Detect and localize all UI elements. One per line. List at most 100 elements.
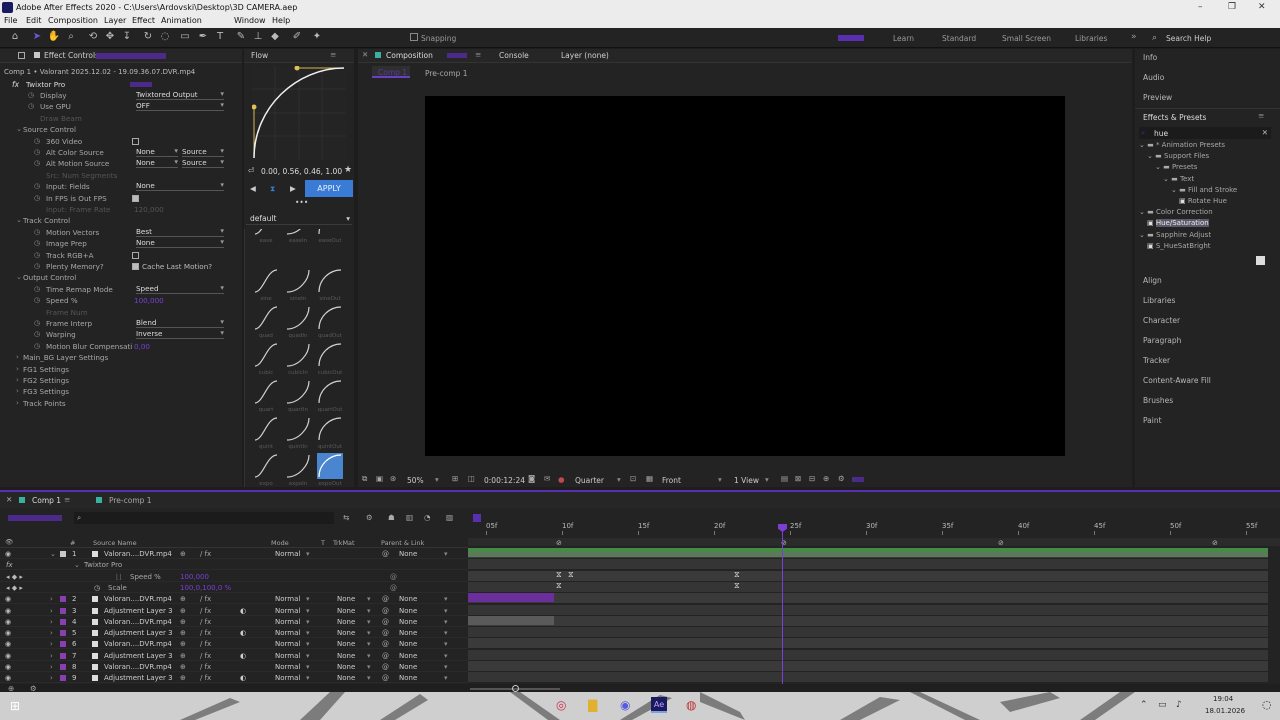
effect-param-row[interactable]: ◷ Image Prep None — [0, 237, 240, 249]
snapping-checkbox[interactable] — [410, 33, 418, 41]
layer-twirl-icon[interactable]: › — [50, 674, 53, 682]
flow-preset-thumbnail[interactable] — [285, 416, 311, 442]
shy-switch-icon[interactable]: ⊕ — [180, 629, 186, 637]
ease-out-arrow-icon[interactable]: ▶ — [290, 184, 296, 193]
time-ruler[interactable]: 05f 10f 15f 20f 25f 30f 35f 40f 45f 50f 55f — [468, 510, 1280, 538]
pan-camera-icon[interactable]: ✥ — [103, 31, 117, 42]
preset-dropdown[interactable]: default ▾ — [246, 211, 352, 225]
brush-tool-icon[interactable]: ✎ — [234, 31, 248, 42]
keyframe-navigator-icon[interactable]: ◂ ◆ ▸ — [6, 584, 23, 592]
zoom-tool-icon[interactable]: ⌕ — [64, 31, 78, 42]
paragraph-panel[interactable]: Paragraph — [1143, 336, 1181, 345]
effect-param-row[interactable]: ◷ Alt Motion Source None Source — [0, 157, 240, 169]
content-aware-fill-panel[interactable]: Content-Aware Fill — [1143, 376, 1211, 385]
dolly-camera-icon[interactable]: ↧ — [120, 31, 134, 42]
shy-switch-icon[interactable]: ⊕ — [180, 674, 186, 682]
clock-date[interactable]: 18.01.2026 — [1205, 707, 1245, 715]
source-name-header[interactable]: Source Name — [93, 539, 137, 547]
fx-icon[interactable]: fx — [12, 80, 19, 89]
ease-in-arrow-icon[interactable]: ◀ — [250, 184, 256, 193]
stopwatch-icon[interactable]: ◷ — [34, 329, 40, 338]
effect-param-dropdown[interactable]: Speed — [136, 283, 224, 294]
playhead[interactable] — [782, 524, 783, 684]
safe-margins-icon[interactable]: ⊞ — [452, 474, 458, 483]
layer-name[interactable]: Valoran....DVR.mp4 — [104, 550, 172, 558]
pick-whip-icon[interactable]: @ — [382, 595, 389, 603]
new-preset-icon[interactable] — [1256, 256, 1265, 265]
eraser-tool-icon[interactable]: ◆ — [268, 31, 282, 42]
trkmat-dropdown[interactable]: None — [337, 640, 355, 648]
pick-whip-icon[interactable]: @ — [382, 629, 389, 637]
effects-search-field[interactable]: ⌕ hue ✕ — [1139, 127, 1271, 139]
keyframe-icon[interactable]: ⧖ — [568, 570, 574, 580]
label-color-swatch[interactable] — [60, 630, 66, 637]
effects-tree-item[interactable]: ⌄ ▬ Fill and Stroke — [1171, 186, 1237, 194]
exposure-value-redacted[interactable] — [852, 477, 864, 482]
blend-mode-dropdown[interactable]: Normal — [275, 629, 300, 637]
flow-menu-icon[interactable]: ≡ — [330, 50, 336, 59]
layer-name[interactable]: Adjustment Layer 3 — [104, 629, 173, 637]
trkmat-dropdown[interactable]: None — [337, 652, 355, 660]
visibility-eye-icon[interactable]: ◉ — [5, 674, 11, 682]
stopwatch-icon[interactable]: ◷ — [34, 341, 40, 350]
flow-preset-thumbnail[interactable] — [317, 268, 343, 294]
layer-track[interactable] — [468, 649, 1268, 660]
panel-menu-icon[interactable]: ≡ — [1258, 111, 1264, 120]
stopwatch-icon[interactable]: ◷ — [34, 238, 40, 247]
effect-param-dropdown[interactable]: Source — [182, 157, 224, 169]
timeline-layer-row[interactable]: ◂ ◆ ▸ ⌊⌋ Speed % 100,000 @ — [0, 571, 468, 582]
flow-preset-thumbnail[interactable] — [253, 268, 279, 294]
effects-tree-item[interactable]: ⌄ ▬ Support Files — [1147, 152, 1209, 160]
timeline-menu-icon[interactable]: ≡ — [64, 495, 70, 504]
flow-preset-thumbnail[interactable] — [285, 342, 311, 368]
effect-param-value[interactable]: 100,000 — [134, 296, 164, 305]
layer-track[interactable] — [468, 559, 1268, 570]
flow-preset-thumbnail[interactable] — [285, 379, 311, 405]
camera-view-select[interactable]: Front — [662, 476, 681, 485]
timeline-layer-row[interactable]: ◉ › 5 Adjustment Layer 3 ⊕ / fx ◐ Normal ▾ None ▾ @… — [0, 627, 468, 639]
fx-switch-icon[interactable]: / fx — [200, 674, 211, 682]
menu-effect[interactable]: Effect — [132, 16, 155, 25]
menu-animation[interactable]: Animation — [161, 16, 202, 25]
layer-track[interactable] — [468, 593, 1268, 604]
zoom-slider-thumb[interactable] — [512, 685, 519, 692]
visibility-eye-icon[interactable]: ◉ — [5, 607, 11, 615]
console-tab[interactable]: Console — [499, 51, 529, 60]
effect-param-checkbox[interactable] — [132, 194, 139, 202]
shy-switch-icon[interactable]: ⊕ — [180, 663, 186, 671]
timecode-display[interactable] — [8, 515, 62, 521]
stopwatch-icon[interactable]: ◷ — [34, 227, 40, 236]
timeline-icon[interactable]: ⊟ — [809, 474, 815, 483]
twirl-icon[interactable]: ⌄ — [16, 124, 22, 133]
fx-switch-icon[interactable]: / fx — [200, 595, 211, 603]
layer-twirl-icon[interactable]: › — [50, 663, 53, 671]
workspace-learn[interactable]: Learn — [893, 34, 914, 43]
always-preview-icon[interactable]: ⧉ — [362, 474, 367, 484]
layer-name[interactable]: Valoran....DVR.mp4 — [104, 595, 172, 603]
bezier-values[interactable]: 0.00, 0.56, 0.46, 1.00 — [261, 167, 342, 176]
parent-dropdown[interactable]: None — [399, 629, 417, 637]
effect-param-dropdown[interactable]: None — [136, 237, 224, 249]
stopwatch-icon[interactable]: ⌊⌋ — [116, 573, 121, 581]
shy-switch-icon[interactable]: ⊕ — [180, 607, 186, 615]
toggle-pixel-icon[interactable]: ▤ — [781, 474, 788, 483]
stopwatch-icon[interactable]: ◷ — [34, 261, 40, 270]
stopwatch-icon[interactable]: ◷ — [28, 101, 34, 110]
marker-icon[interactable]: ⊘ — [1212, 539, 1218, 547]
effect-param-dropdown[interactable]: Blend — [136, 317, 224, 328]
frame-blending-icon[interactable]: ▥ — [406, 513, 413, 522]
effect-param-row[interactable]: Src: Num Segments — [0, 170, 240, 181]
layer-name[interactable]: Adjustment Layer 3 — [104, 607, 173, 615]
expression-pick-whip-icon[interactable]: @ — [390, 573, 397, 581]
stopwatch-icon[interactable]: ◷ — [34, 284, 40, 293]
flow-preset-thumbnail[interactable] — [253, 416, 279, 442]
precomp-subtab[interactable]: Pre-comp 1 — [425, 69, 468, 78]
visibility-eye-icon[interactable]: ◉ — [5, 550, 11, 558]
effects-tree-item[interactable]: ▣ S_HueSatBright — [1147, 242, 1211, 250]
layer-track[interactable] — [468, 570, 1268, 581]
parent-dropdown[interactable]: None — [399, 550, 417, 558]
parent-dropdown[interactable]: None — [399, 652, 417, 660]
layer-tracks[interactable]: ⧖ ⧖ ⧖ ⧖ ⧖ ⊘ ⊘ ⊘ ⊘ — [468, 539, 1268, 683]
network-icon[interactable]: ▭ — [1158, 700, 1167, 710]
flow-preset-thumbnail[interactable] — [253, 342, 279, 368]
